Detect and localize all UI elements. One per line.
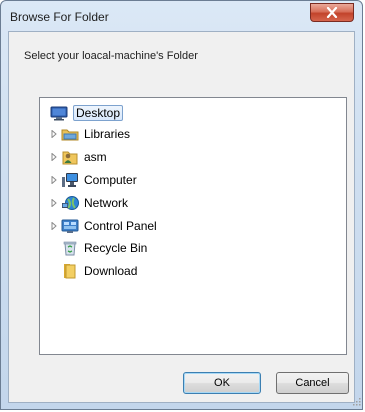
folder-tree[interactable]: Desktop Libraries asm Computer Network C… [39, 97, 347, 355]
tree-item-network[interactable]: Network [50, 193, 128, 213]
recycle-bin-icon [61, 240, 79, 256]
expand-arrow-icon[interactable] [50, 124, 58, 144]
tree-item-download[interactable]: Download [61, 261, 137, 281]
tree-item-label: asm [84, 150, 107, 164]
expand-arrow-icon[interactable] [50, 193, 58, 213]
close-button[interactable] [310, 3, 354, 22]
cancel-button[interactable]: Cancel [276, 372, 349, 394]
resize-grip-icon[interactable] [351, 396, 361, 406]
tree-item-label: Desktop [73, 105, 124, 121]
expand-arrow-icon[interactable] [50, 147, 58, 167]
window-title: Browse For Folder [10, 10, 109, 24]
title-bar[interactable]: Browse For Folder [1, 1, 362, 31]
tree-item-computer[interactable]: Computer [50, 170, 137, 190]
tree-item-label: Control Panel [84, 219, 157, 233]
tree-item-libraries[interactable]: Libraries [50, 124, 130, 144]
tree-item-label: Download [84, 264, 138, 278]
libraries-icon [61, 126, 79, 142]
expand-arrow-icon[interactable] [50, 216, 58, 236]
computer-icon [61, 172, 79, 188]
dialog-description: Select your loacal-machine's Folder [24, 50, 198, 62]
folder-icon [61, 263, 79, 279]
user-folder-icon [61, 149, 79, 165]
tree-item-recycle-bin[interactable]: Recycle Bin [61, 238, 147, 258]
ok-button[interactable]: OK [183, 372, 261, 394]
network-icon [61, 195, 79, 211]
tree-item-desktop[interactable]: Desktop [50, 103, 124, 123]
tree-item-asm[interactable]: asm [50, 147, 107, 167]
tree-item-label: Network [84, 196, 129, 210]
tree-item-label: Libraries [84, 127, 131, 141]
tree-item-label: Computer [84, 173, 137, 187]
desktop-icon [50, 105, 68, 121]
expand-arrow-icon[interactable] [50, 170, 58, 190]
tree-item-label: Recycle Bin [84, 241, 148, 255]
close-icon [326, 7, 338, 18]
control-panel-icon [61, 218, 79, 234]
tree-item-control-panel[interactable]: Control Panel [50, 216, 157, 236]
